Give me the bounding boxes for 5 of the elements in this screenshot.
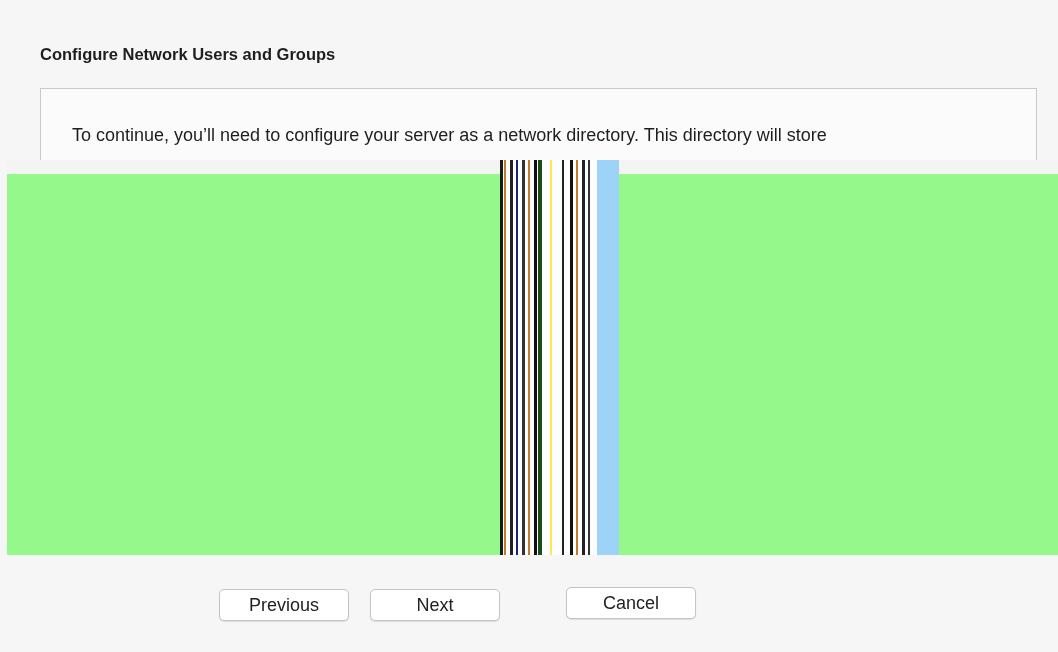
dialog-title: Configure Network Users and Groups (39, 44, 337, 64)
description-text: To continue, you’ll need to configure your server as a network directory. This directory will store (72, 124, 828, 146)
nav-button[interactable]: Next (370, 589, 500, 621)
cancel-button[interactable]: Cancel (566, 587, 696, 619)
nav-button[interactable]: Previous (219, 589, 349, 621)
